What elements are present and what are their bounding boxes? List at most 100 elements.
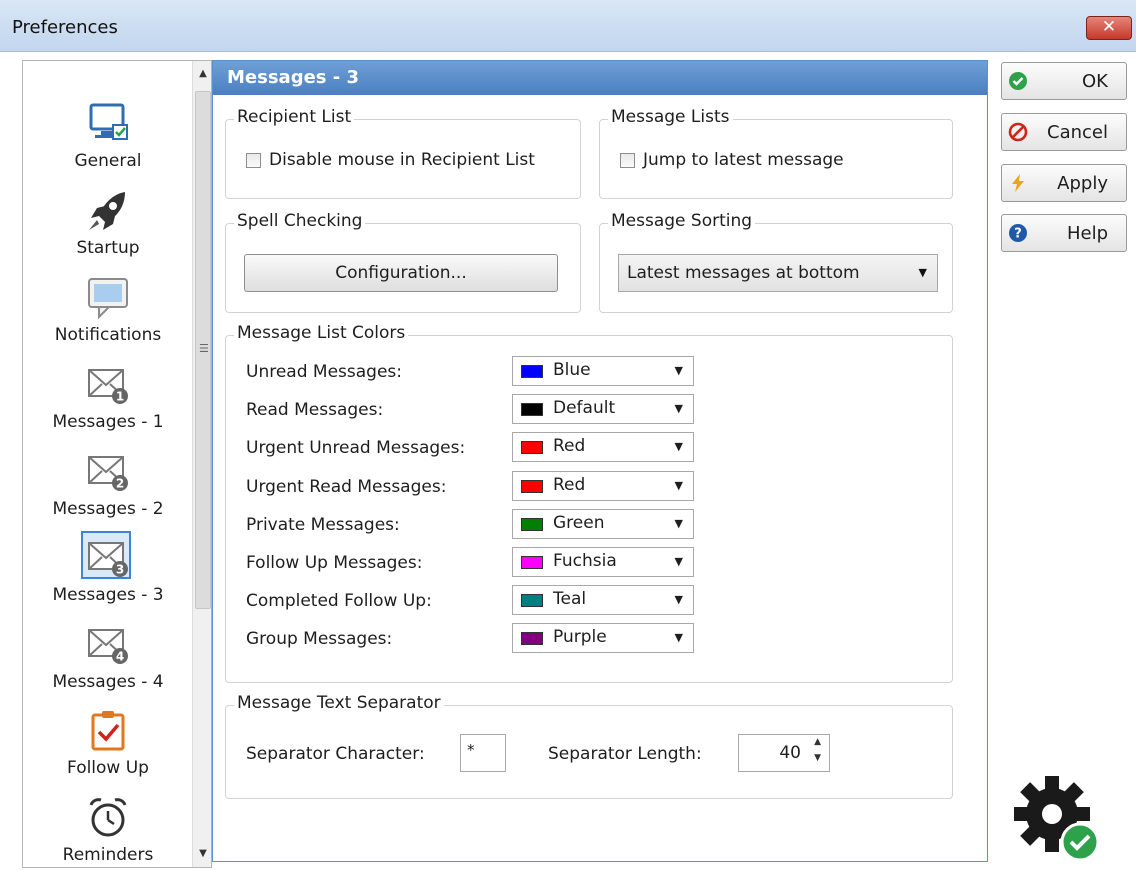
message-list-colors-group: Message List Colors Unread Messages: Blue… <box>225 323 953 683</box>
color-swatch <box>521 632 543 646</box>
separator-character-input[interactable]: * <box>460 734 506 772</box>
apply-button[interactable]: Apply <box>1001 164 1127 202</box>
envelope-badge: 4 <box>116 650 124 664</box>
sidebar-item-label: Messages - 2 <box>52 499 164 519</box>
message-lists-group: Message Lists Jump to latest message <box>599 107 953 199</box>
gear-check-icon <box>1014 776 1100 862</box>
sidebar-scrollbar[interactable]: ▲ ☰ ▼ <box>192 61 211 867</box>
clipboard-check-icon <box>91 711 125 751</box>
dropdown-arrow-icon: ▼ <box>674 364 683 377</box>
sort-order-dropdown[interactable]: Latest messages at bottom ▼ <box>618 254 938 292</box>
envelope-1-icon: 1 <box>88 369 128 404</box>
color-setting-label: Completed Follow Up: <box>246 591 432 612</box>
sidebar-item-messages-3[interactable]: 3 Messages - 3 <box>23 535 193 605</box>
dropdown-arrow-icon: ▼ <box>674 593 683 607</box>
color-setting-label: Urgent Unread Messages: <box>246 438 466 459</box>
message-text-separator-group: Message Text Separator Separator Charact… <box>225 693 953 799</box>
color-dropdown[interactable]: Fuchsia ▼ <box>512 547 694 577</box>
sidebar-item-notifications[interactable]: Notifications <box>23 275 193 345</box>
speech-bubble-icon <box>88 278 128 320</box>
window-title: Preferences <box>12 17 118 38</box>
envelope-badge: 1 <box>116 390 124 404</box>
color-swatch <box>521 441 543 455</box>
dropdown-arrow-icon: ▼ <box>674 555 683 568</box>
sidebar-item-label: General <box>74 151 142 171</box>
sidebar-item-messages-2[interactable]: 2 Messages - 2 <box>23 449 193 519</box>
scroll-thumb[interactable]: ☰ <box>195 91 211 609</box>
sidebar-item-reminders[interactable]: Reminders <box>23 795 193 865</box>
sidebar-item-label: Notifications <box>54 325 162 345</box>
color-dropdown[interactable]: Purple ▼ <box>512 623 694 654</box>
monitor-icon <box>89 103 128 140</box>
svg-text:?: ? <box>1014 227 1022 242</box>
sidebar-item-label: Startup <box>76 238 140 258</box>
separator-length-spinner[interactable]: 40 ▲ ▼ <box>738 734 830 772</box>
sidebar-item-label: Messages - 3 <box>52 585 164 605</box>
dropdown-arrow-icon: ▼ <box>674 631 683 645</box>
configuration-button[interactable]: Configuration... <box>244 254 558 292</box>
spin-down-arrow-icon[interactable]: ▼ <box>814 753 821 763</box>
dropdown-arrow-icon: ▼ <box>674 402 683 416</box>
color-setting-row: Group Messages: Purple ▼ <box>246 623 696 655</box>
spin-up-arrow-icon[interactable]: ▲ <box>814 737 821 747</box>
color-setting-label: Follow Up Messages: <box>246 553 423 573</box>
color-setting-label: Unread Messages: <box>246 362 402 382</box>
color-value: Red <box>553 474 586 495</box>
check-circle-icon <box>1009 72 1027 90</box>
color-setting-row: Private Messages: Green ▼ <box>246 508 696 541</box>
dropdown-arrow-icon: ▼ <box>674 440 683 454</box>
cancel-button[interactable]: Cancel <box>1001 113 1127 151</box>
button-label: Cancel <box>1047 122 1108 143</box>
color-dropdown[interactable]: Blue ▼ <box>512 356 694 386</box>
color-value: Purple <box>553 627 607 648</box>
group-legend: Message List Colors <box>234 323 409 343</box>
color-setting-row: Urgent Read Messages: Red ▼ <box>246 470 696 503</box>
sidebar-item-messages-1[interactable]: 1 Messages - 1 <box>23 362 193 432</box>
separator-length-label: Separator Length: <box>548 744 702 764</box>
sidebar-item-label: Reminders <box>62 845 154 865</box>
sidebar-item-label: Messages - 1 <box>52 412 164 432</box>
separator-character-label: Separator Character: <box>246 744 425 764</box>
scroll-down-arrow-icon[interactable]: ▼ <box>193 841 211 867</box>
envelope-4-icon: 4 <box>88 629 128 664</box>
checkbox-box[interactable] <box>246 152 261 168</box>
help-circle-icon: ? <box>1009 224 1027 242</box>
title-bar: Preferences ✕ <box>0 0 1136 52</box>
color-swatch <box>521 479 543 493</box>
sidebar-item-messages-4[interactable]: 4 Messages - 4 <box>23 622 193 692</box>
sidebar-item-general[interactable]: General <box>23 101 193 171</box>
color-setting-row: Unread Messages: Blue ▼ <box>246 356 696 388</box>
spell-checking-group: Spell Checking Configuration... <box>225 211 581 313</box>
color-dropdown[interactable]: Red ▼ <box>512 470 694 501</box>
ok-button[interactable]: OK <box>1001 62 1127 100</box>
color-dropdown[interactable]: Green ▼ <box>512 508 694 539</box>
envelope-2-icon: 2 <box>88 456 128 491</box>
color-dropdown[interactable]: Teal ▼ <box>512 585 694 616</box>
color-swatch <box>521 517 543 531</box>
jump-latest-checkbox[interactable]: Jump to latest message <box>620 150 844 170</box>
help-button[interactable]: ? Help <box>1001 214 1127 252</box>
button-label: OK <box>1082 71 1108 92</box>
checkbox-label: Jump to latest message <box>643 150 844 170</box>
close-button[interactable]: ✕ <box>1086 16 1132 40</box>
group-legend: Message Text Separator <box>234 693 444 713</box>
color-setting-row: Completed Follow Up: Teal ▼ <box>246 585 696 617</box>
sidebar-item-follow-up[interactable]: Follow Up <box>23 708 193 778</box>
grip-icon: ☰ <box>199 342 209 355</box>
color-dropdown[interactable]: Red ▼ <box>512 432 694 463</box>
recipient-list-group: Recipient List Disable mouse in Recipien… <box>225 107 581 199</box>
sidebar-item-startup[interactable]: Startup <box>23 188 193 258</box>
color-value: Teal <box>553 589 587 610</box>
disable-mouse-checkbox[interactable]: Disable mouse in Recipient List <box>246 150 535 170</box>
color-dropdown[interactable]: Default ▼ <box>512 394 694 425</box>
sidebar-item-label: Follow Up <box>67 758 149 778</box>
button-label: Apply <box>1057 173 1108 194</box>
color-setting-label: Group Messages: <box>246 629 393 650</box>
checkbox-box[interactable] <box>620 152 635 168</box>
lightning-icon <box>1012 174 1024 192</box>
scroll-up-arrow-icon[interactable]: ▲ <box>193 61 211 87</box>
alarm-clock-icon <box>89 798 127 837</box>
settings-panel: Messages - 3 Recipient List Disable mous… <box>212 60 988 862</box>
dropdown-arrow-icon: ▼ <box>674 478 683 492</box>
dropdown-value: Latest messages at bottom <box>627 263 860 283</box>
